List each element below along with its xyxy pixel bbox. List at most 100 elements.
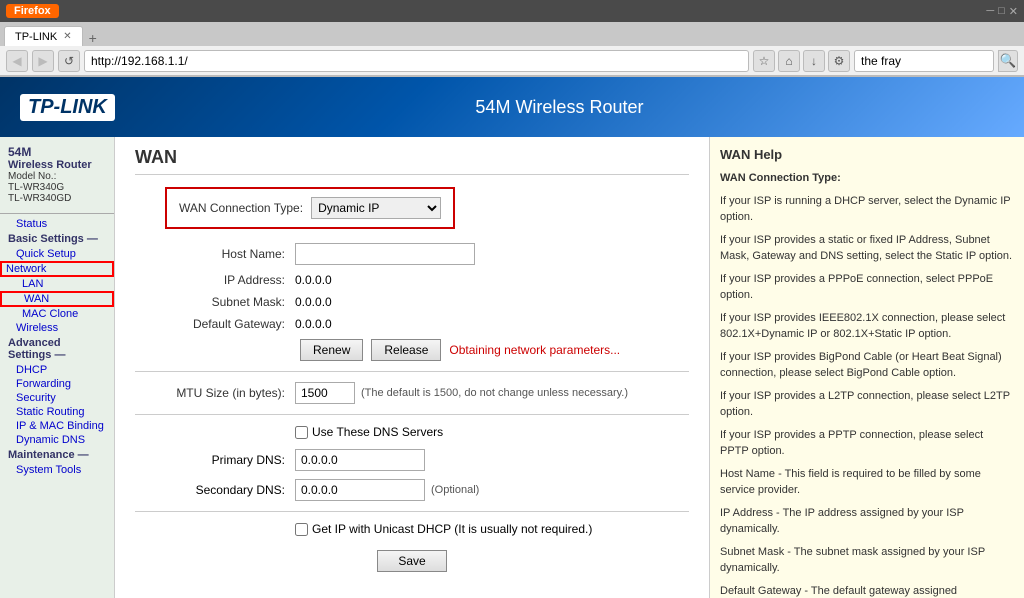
sidebar-model-label: Model No.: TL-WR340G TL-WR340GD (8, 171, 106, 204)
secondary-dns-row: Secondary DNS: (Optional) (135, 479, 689, 501)
primary-dns-label: Primary DNS: (135, 453, 295, 467)
sidebar-item-wan[interactable]: WAN (0, 291, 114, 307)
sidebar-item-quick-setup[interactable]: Quick Setup (0, 247, 114, 261)
primary-dns-input[interactable] (295, 449, 425, 471)
ip-address-label: IP Address: (135, 273, 295, 287)
sidebar-section-advanced: Advanced Settings — (0, 335, 114, 363)
minimize-icon[interactable]: ─ (986, 5, 994, 17)
search-button[interactable]: 🔍 (998, 50, 1018, 72)
default-gateway-label: Default Gateway: (135, 317, 295, 331)
release-button[interactable]: Release (371, 339, 441, 361)
unicast-checkbox[interactable] (295, 523, 308, 536)
url-input[interactable] (84, 50, 749, 72)
sidebar-item-status[interactable]: Status (0, 217, 114, 231)
renew-release-row: Renew Release Obtaining network paramete… (300, 339, 689, 361)
mtu-note: (The default is 1500, do not change unle… (361, 387, 628, 399)
wan-connection-type-label: WAN Connection Type: (179, 201, 303, 215)
unicast-row: Get IP with Unicast DHCP (It is usually … (295, 522, 689, 536)
default-gateway-value: 0.0.0.0 (295, 317, 332, 331)
page-title: WAN (135, 147, 689, 175)
help-p10: Subnet Mask - The subnet mask assigned b… (720, 544, 1014, 577)
maximize-icon[interactable]: □ (998, 5, 1005, 17)
host-name-input[interactable] (295, 243, 475, 265)
sidebar-item-forwarding[interactable]: Forwarding (0, 377, 114, 391)
save-button[interactable]: Save (377, 550, 446, 572)
new-tab-button[interactable]: + (83, 30, 103, 46)
subnet-mask-value: 0.0.0.0 (295, 295, 332, 309)
mtu-label: MTU Size (in bytes): (135, 386, 295, 400)
use-dns-label: Use These DNS Servers (312, 425, 443, 439)
close-icon[interactable]: ✕ (1009, 5, 1018, 18)
reload-button[interactable]: ↺ (58, 50, 80, 72)
help-content: WAN Connection Type: If your ISP is runn… (720, 170, 1014, 598)
main-layout: 54M Wireless Router Model No.: TL-WR340G… (0, 137, 1024, 598)
tab-bar: TP-LINK ✕ + (0, 22, 1024, 46)
mtu-input[interactable] (295, 382, 355, 404)
home-button[interactable]: ⌂ (778, 50, 800, 72)
forward-button[interactable]: ▶ (32, 50, 54, 72)
help-p4: If your ISP provides IEEE802.1X connecti… (720, 310, 1014, 343)
sidebar-model-info: 54M Wireless Router Model No.: TL-WR340G… (0, 145, 114, 210)
help-p9: IP Address - The IP address assigned by … (720, 505, 1014, 538)
renew-button[interactable]: Renew (300, 339, 363, 361)
separator1 (135, 371, 689, 372)
firefox-button[interactable]: Firefox (6, 4, 59, 18)
sidebar-item-lan[interactable]: LAN (0, 277, 114, 291)
sidebar-subtitle: Wireless Router (8, 159, 106, 171)
sidebar-item-security[interactable]: Security (0, 391, 114, 405)
browser-chrome: Firefox ─ □ ✕ TP-LINK ✕ + ◀ ▶ ↺ ☆ ⌂ ↓ ⚙ … (0, 0, 1024, 77)
secondary-dns-input[interactable] (295, 479, 425, 501)
tab-close-icon[interactable]: ✕ (63, 31, 71, 42)
help-p11: Default Gateway - The default gateway as… (720, 583, 1014, 598)
subnet-mask-row: Subnet Mask: 0.0.0.0 (135, 295, 689, 309)
mtu-row: MTU Size (in bytes): (The default is 150… (135, 382, 689, 404)
help-title: WAN Help (720, 147, 1014, 162)
tp-link-logo: TP-LINK (20, 94, 115, 121)
sidebar-section-maintenance: Maintenance — (0, 447, 114, 463)
sidebar-item-static-routing[interactable]: Static Routing (0, 405, 114, 419)
help-p6: If your ISP provides a L2TP connection, … (720, 388, 1014, 421)
router-title: 54M Wireless Router (475, 97, 643, 117)
help-panel: WAN Help WAN Connection Type: If your IS… (709, 137, 1024, 598)
back-button[interactable]: ◀ (6, 50, 28, 72)
unicast-label: Get IP with Unicast DHCP (It is usually … (312, 522, 592, 536)
host-name-label: Host Name: (135, 247, 295, 261)
sidebar-item-dhcp[interactable]: DHCP (0, 363, 114, 377)
ip-address-row: IP Address: 0.0.0.0 (135, 273, 689, 287)
default-gateway-row: Default Gateway: 0.0.0.0 (135, 317, 689, 331)
sidebar-item-ip-mac-binding[interactable]: IP & MAC Binding (0, 419, 114, 433)
wan-connection-type-box: WAN Connection Type: Dynamic IPStatic IP… (165, 187, 455, 229)
title-bar: Firefox ─ □ ✕ (0, 0, 1024, 22)
help-p8: Host Name - This field is required to be… (720, 466, 1014, 499)
host-name-row: Host Name: (135, 243, 689, 265)
sidebar-item-mac-clone[interactable]: MAC Clone (0, 307, 114, 321)
help-p1: If your ISP is running a DHCP server, se… (720, 193, 1014, 226)
help-p3: If your ISP provides a PPPoE connection,… (720, 271, 1014, 304)
active-tab[interactable]: TP-LINK ✕ (4, 26, 83, 46)
content-area: WAN WAN Connection Type: Dynamic IPStati… (115, 137, 709, 598)
separator2 (135, 414, 689, 415)
wan-connection-type-help-label: WAN Connection Type: (720, 172, 841, 184)
sidebar-item-network[interactable]: Network (0, 261, 114, 277)
separator3 (135, 511, 689, 512)
tools-button[interactable]: ⚙ (828, 50, 850, 72)
search-input[interactable] (854, 50, 994, 72)
help-p5: If your ISP provides BigPond Cable (or H… (720, 349, 1014, 382)
bookmark-button[interactable]: ☆ (753, 50, 775, 72)
secondary-dns-label: Secondary DNS: (135, 483, 295, 497)
sidebar-item-system-tools[interactable]: System Tools (0, 463, 114, 477)
wan-connection-type-select[interactable]: Dynamic IPStatic IPPPPoE802.1X+Dynamic I… (311, 197, 441, 219)
use-dns-checkbox[interactable] (295, 426, 308, 439)
router-header: TP-LINK 54M Wireless Router (0, 77, 1024, 137)
obtaining-text: Obtaining network parameters... (449, 343, 620, 357)
sidebar-section-basic: Basic Settings — (0, 231, 114, 247)
help-p7: If your ISP provides a PPTP connection, … (720, 427, 1014, 460)
sidebar-item-dynamic-dns[interactable]: Dynamic DNS (0, 433, 114, 447)
download-button[interactable]: ↓ (803, 50, 825, 72)
tab-label: TP-LINK (15, 31, 57, 43)
sidebar: 54M Wireless Router Model No.: TL-WR340G… (0, 137, 115, 598)
ip-address-value: 0.0.0.0 (295, 273, 332, 287)
sidebar-title: 54M (8, 145, 106, 159)
primary-dns-row: Primary DNS: (135, 449, 689, 471)
sidebar-item-wireless[interactable]: Wireless (0, 321, 114, 335)
